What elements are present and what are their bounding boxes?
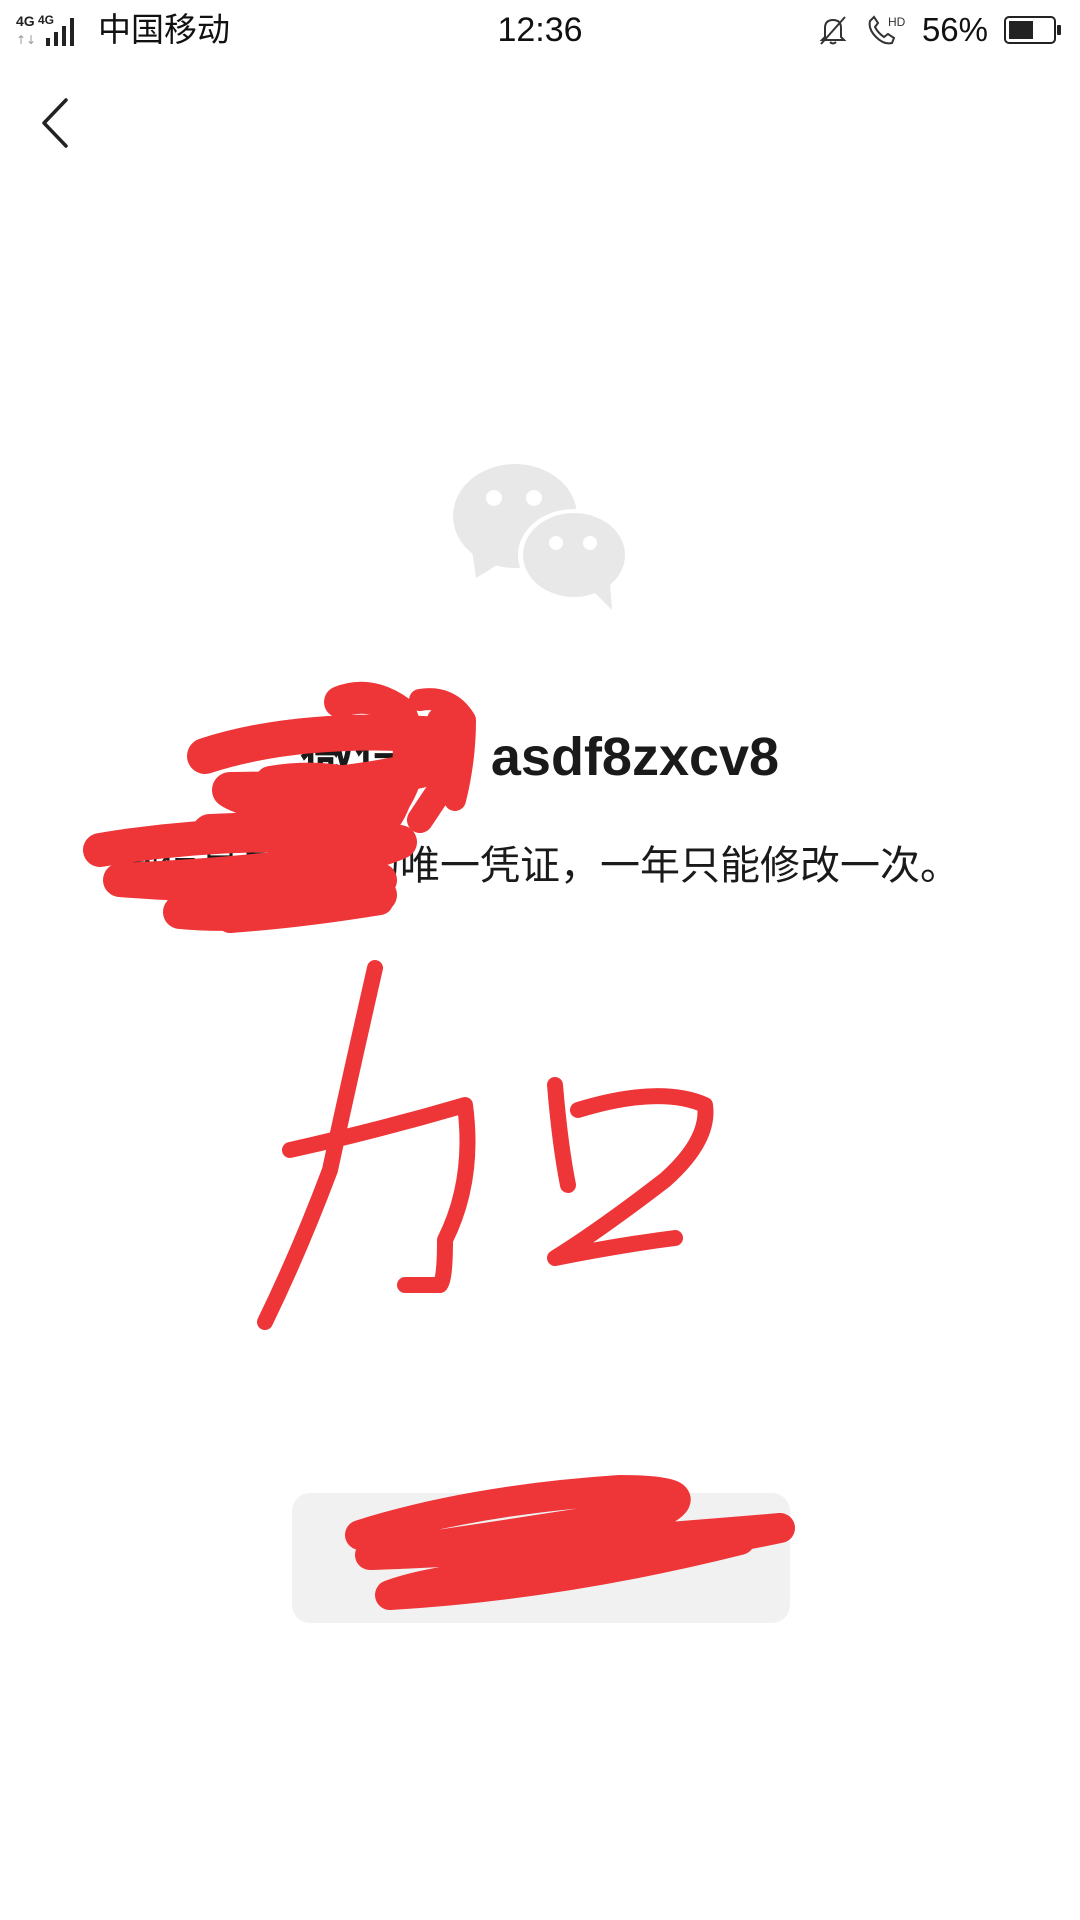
svg-text:HD: HD	[888, 15, 906, 29]
hd-call-icon: HD	[868, 15, 906, 45]
modify-id-button-label: 修改微信号	[445, 1541, 636, 1584]
status-right: HD 56%	[802, 10, 1062, 50]
handwriting-stroke-3	[547, 1077, 576, 1193]
battery-percent: 56%	[921, 11, 988, 48]
wechat-id-line: 微信号 asdf8zxcv8	[0, 712, 1080, 791]
wechat-id-value: asdf8zxcv8	[490, 727, 780, 787]
handwriting-stroke-4	[547, 1088, 714, 1266]
red-marker-overlay	[83, 681, 795, 1610]
handwriting-stroke-2	[282, 1097, 476, 1293]
screen: 4G 4G ↑↓ 中国移动 12:36 HD 56% 微信号 asdf8zxcv…	[0, 0, 1080, 1920]
back-button[interactable]	[30, 88, 80, 158]
wechat-id-label: 微信号	[300, 727, 463, 787]
status-bar: 4G 4G ↑↓ 中国移动 12:36 HD 56%	[0, 0, 1080, 60]
handwriting-stroke-1	[257, 960, 383, 1330]
battery-icon	[1004, 16, 1061, 44]
mute-bell-icon	[819, 16, 847, 45]
modify-id-button[interactable]: 修改微信号	[292, 1493, 790, 1623]
chevron-left-icon	[42, 98, 68, 148]
wechat-logo-icon	[453, 464, 630, 610]
wechat-id-description: 微信号是账号的唯一凭证，一年只能修改一次。	[120, 844, 960, 888]
